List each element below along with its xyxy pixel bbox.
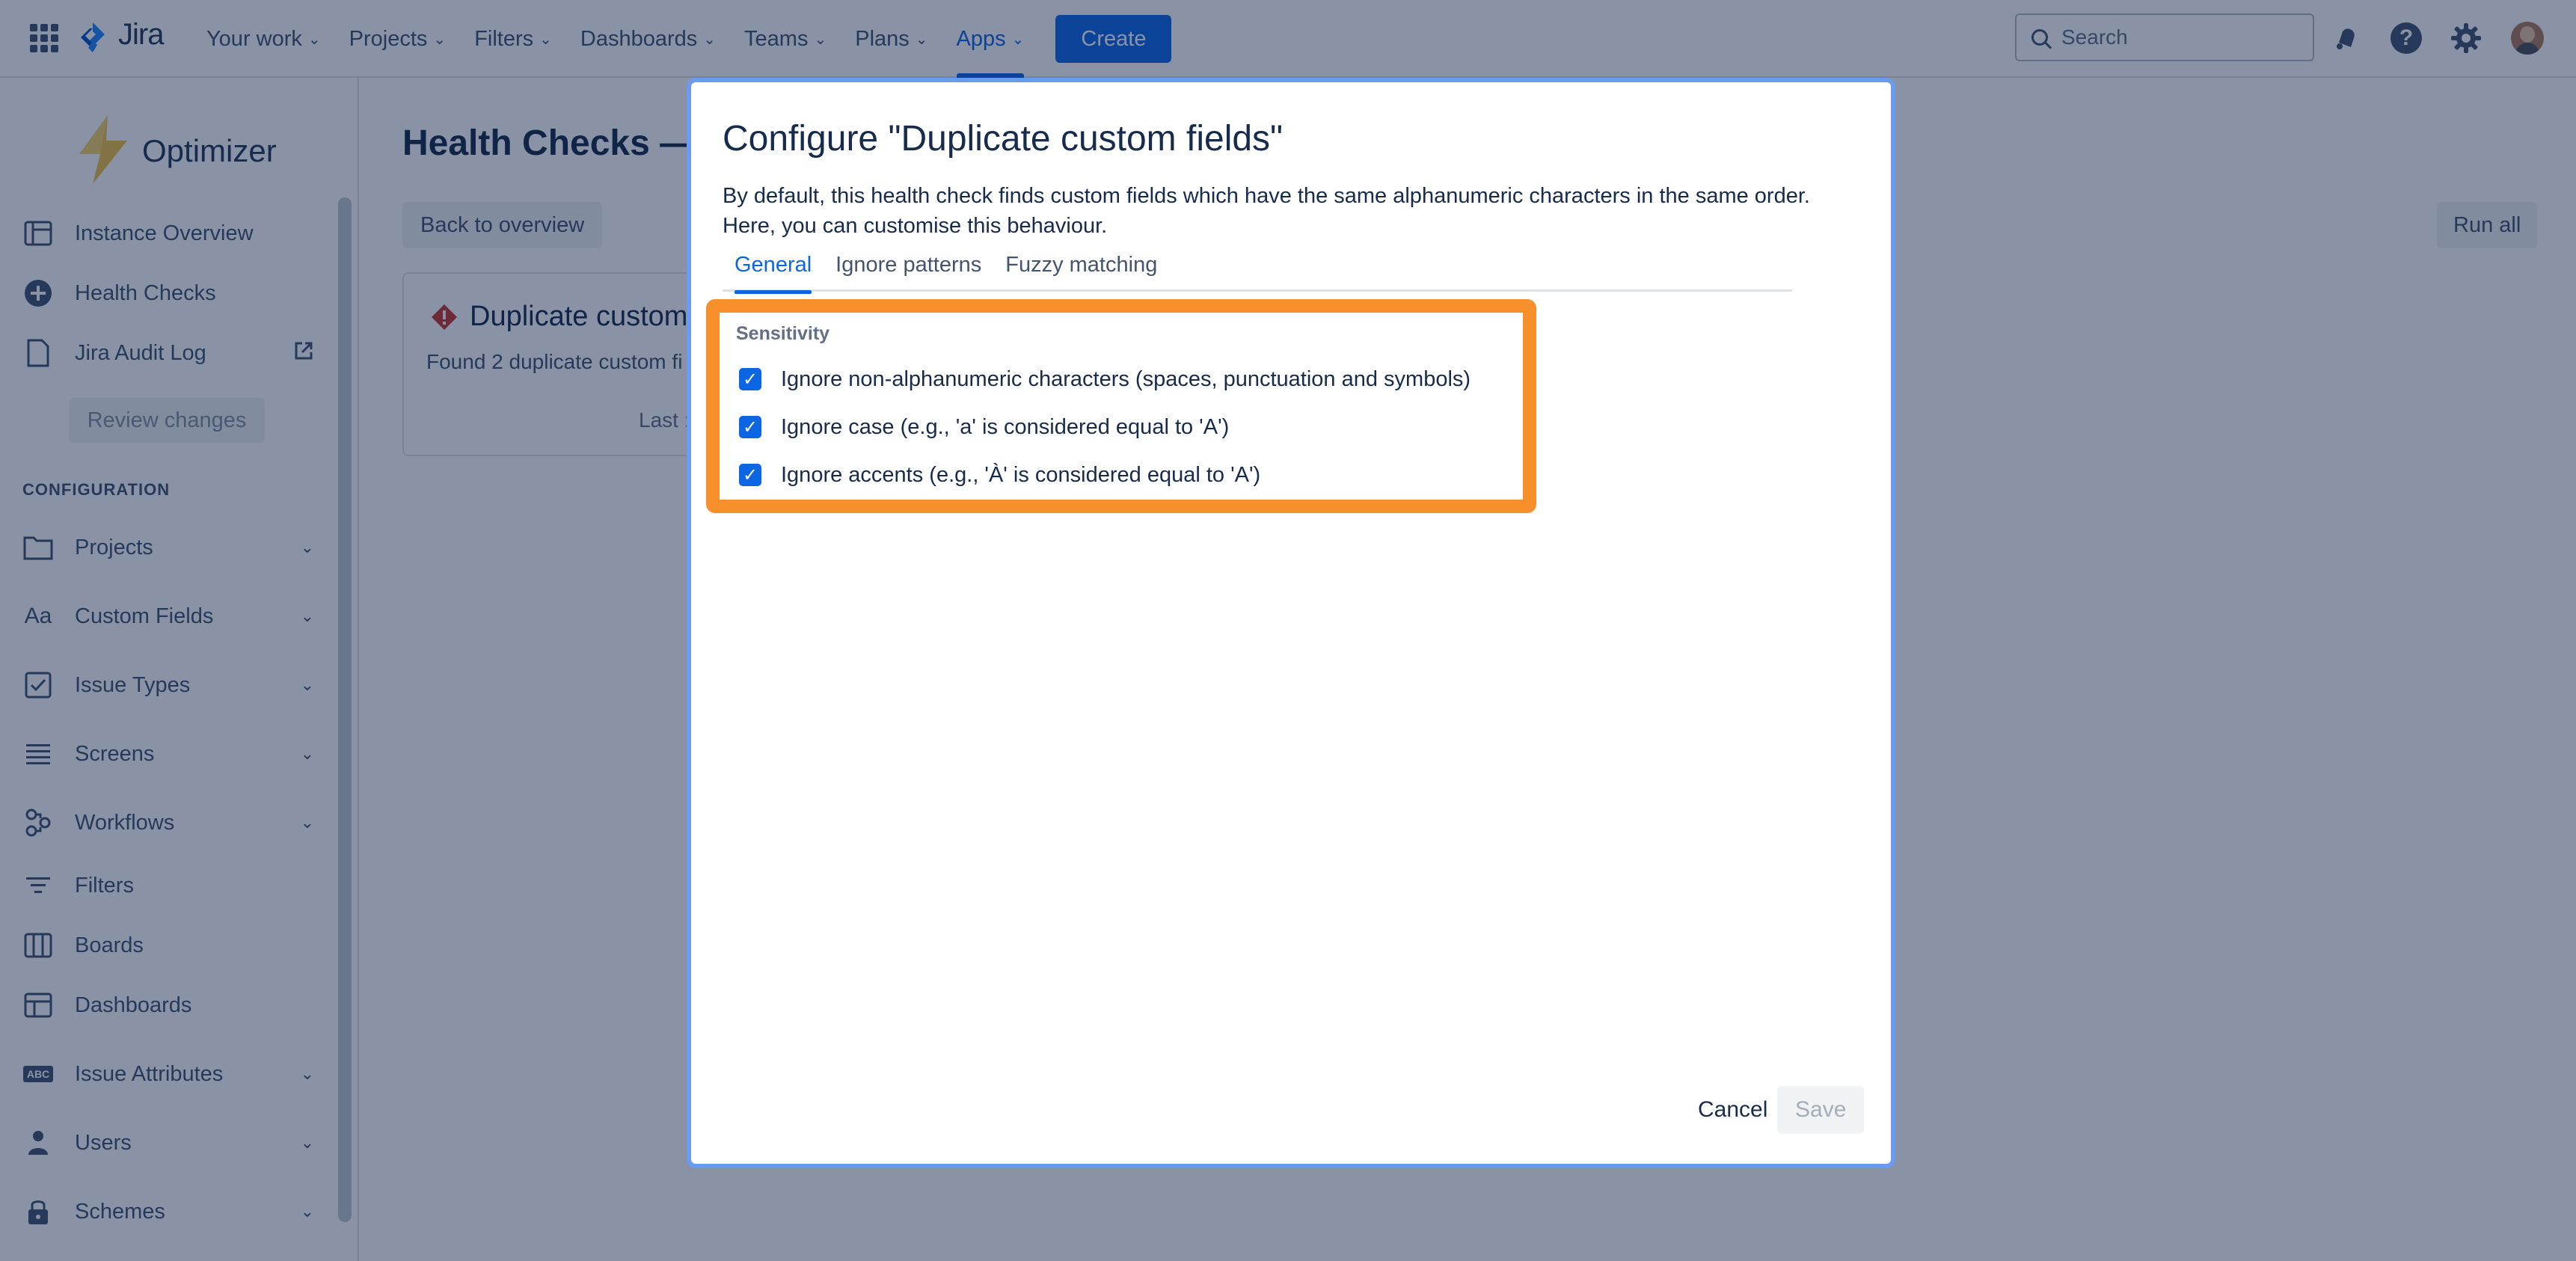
dialog-title: Configure "Duplicate custom fields" (723, 119, 1284, 159)
option-label: Ignore case (e.g., 'a' is considered equ… (781, 414, 1230, 439)
option-label: Ignore non-alphanumeric characters (spac… (781, 366, 1471, 391)
option-ignore-non-alphanumeric[interactable]: ✓ Ignore non-alphanumeric characters (sp… (739, 360, 1471, 398)
checkbox-checked[interactable]: ✓ (739, 368, 761, 390)
checkbox-checked[interactable]: ✓ (739, 416, 761, 438)
save-button[interactable]: Save (1777, 1086, 1865, 1134)
dialog-tabs: General Ignore patterns Fuzzy matching (723, 248, 1792, 294)
tab-ignore-patterns[interactable]: Ignore patterns (824, 248, 993, 292)
configure-dialog: Configure "Duplicate custom fields" By d… (691, 82, 1891, 1164)
checkmark-icon: ✓ (742, 369, 758, 390)
tab-general[interactable]: General (723, 248, 824, 294)
sensitivity-section: Sensitivity ✓ Ignore non-alphanumeric ch… (706, 299, 1536, 513)
sensitivity-label: Sensitivity (736, 323, 830, 344)
tab-fuzzy-matching[interactable]: Fuzzy matching (993, 248, 1169, 292)
checkmark-icon: ✓ (742, 417, 758, 438)
option-label: Ignore accents (e.g., 'À' is considered … (781, 462, 1261, 487)
checkbox-checked[interactable]: ✓ (739, 464, 761, 486)
dialog-description: By default, this health check finds cust… (723, 184, 1810, 238)
checkmark-icon: ✓ (742, 464, 758, 485)
option-ignore-accents[interactable]: ✓ Ignore accents (e.g., 'À' is considere… (739, 456, 1260, 494)
option-ignore-case[interactable]: ✓ Ignore case (e.g., 'a' is considered e… (739, 408, 1229, 446)
cancel-button[interactable]: Cancel (1680, 1086, 1785, 1134)
